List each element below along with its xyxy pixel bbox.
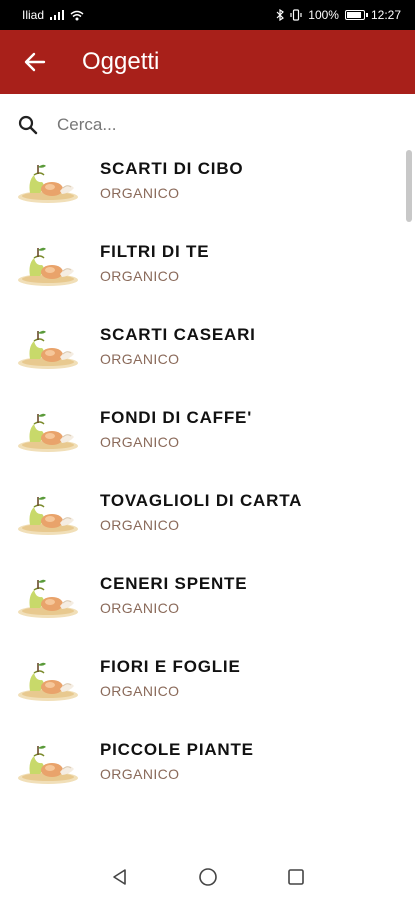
app-bar: Oggetti bbox=[0, 30, 415, 94]
list-item[interactable]: SCARTI DI CIBO ORGANICO bbox=[0, 138, 415, 221]
item-category: ORGANICO bbox=[100, 765, 180, 782]
list-item[interactable]: CENERI SPENTE ORGANICO bbox=[0, 553, 415, 636]
nav-back-button[interactable] bbox=[109, 866, 131, 888]
item-category: ORGANICO bbox=[100, 350, 180, 367]
item-title: FONDI DI CAFFE' bbox=[100, 407, 253, 427]
back-button[interactable] bbox=[20, 47, 50, 77]
item-texts: SCARTI DI CIBO ORGANICO bbox=[100, 159, 243, 201]
organic-waste-icon bbox=[18, 662, 78, 701]
item-title: TOVAGLIOLI DI CARTA bbox=[100, 490, 303, 510]
organic-waste-icon bbox=[18, 164, 78, 203]
organic-waste-icon bbox=[18, 579, 78, 618]
list-item[interactable]: PICCOLE PIANTE ORGANICO bbox=[0, 719, 415, 802]
organic-waste-icon bbox=[18, 496, 78, 535]
network-name: Iliad bbox=[22, 8, 45, 22]
list-item[interactable]: TOVAGLIOLI DI CARTA ORGANICO bbox=[0, 470, 415, 553]
scrollbar[interactable] bbox=[406, 150, 412, 222]
organic-waste-icon bbox=[18, 247, 78, 286]
circle-home-icon bbox=[198, 868, 217, 886]
search-icon bbox=[18, 115, 38, 135]
navigation-bar bbox=[0, 854, 415, 900]
organic-waste-icon bbox=[18, 413, 78, 452]
item-title: FIORI E FOGLIE bbox=[100, 656, 241, 676]
status-bar: Iliad 100% 12:27 bbox=[0, 0, 415, 30]
bluetooth-icon bbox=[276, 9, 285, 21]
nav-recents-button[interactable] bbox=[285, 866, 307, 888]
item-category: ORGANICO bbox=[100, 516, 180, 533]
item-category: ORGANICO bbox=[100, 267, 180, 284]
item-title: CENERI SPENTE bbox=[100, 573, 248, 593]
item-texts: CENERI SPENTE ORGANICO bbox=[100, 574, 247, 616]
item-title: SCARTI CASEARI bbox=[100, 324, 256, 344]
organic-waste-icon bbox=[18, 330, 78, 369]
item-texts: SCARTI CASEARI ORGANICO bbox=[100, 325, 256, 367]
item-texts: FONDI DI CAFFE' ORGANICO bbox=[100, 408, 252, 450]
wifi-icon bbox=[70, 10, 84, 20]
organic-waste-icon bbox=[18, 745, 78, 784]
item-category: ORGANICO bbox=[100, 682, 180, 699]
item-title: SCARTI DI CIBO bbox=[100, 158, 244, 178]
page-title: Oggetti bbox=[82, 48, 160, 75]
search-input[interactable] bbox=[55, 114, 379, 136]
battery-percent: 100% bbox=[308, 8, 339, 22]
square-recents-icon bbox=[287, 869, 304, 885]
list-item[interactable]: SCARTI CASEARI ORGANICO bbox=[0, 304, 415, 387]
arrow-left-icon bbox=[24, 52, 46, 72]
signal-icon bbox=[50, 10, 65, 20]
items-list: SCARTI DI CIBO ORGANICO FILTRI DI TE ORG… bbox=[0, 138, 415, 854]
triangle-back-icon bbox=[112, 869, 126, 885]
list-item[interactable]: FILTRI DI TE ORGANICO bbox=[0, 221, 415, 304]
item-category: ORGANICO bbox=[100, 184, 180, 201]
item-texts: PICCOLE PIANTE ORGANICO bbox=[100, 740, 254, 782]
list-item[interactable]: FONDI DI CAFFE' ORGANICO bbox=[0, 387, 415, 470]
item-category: ORGANICO bbox=[100, 433, 180, 450]
item-title: FILTRI DI TE bbox=[100, 241, 210, 261]
item-title: PICCOLE PIANTE bbox=[100, 739, 254, 759]
nav-home-button[interactable] bbox=[197, 866, 219, 888]
item-texts: FIORI E FOGLIE ORGANICO bbox=[100, 657, 241, 699]
clock: 12:27 bbox=[370, 8, 401, 22]
item-texts: TOVAGLIOLI DI CARTA ORGANICO bbox=[100, 491, 302, 533]
item-category: ORGANICO bbox=[100, 599, 180, 616]
battery-icon bbox=[344, 10, 368, 20]
list-item[interactable]: FIORI E FOGLIE ORGANICO bbox=[0, 636, 415, 719]
item-texts: FILTRI DI TE ORGANICO bbox=[100, 242, 209, 284]
vibrate-icon bbox=[290, 9, 302, 21]
